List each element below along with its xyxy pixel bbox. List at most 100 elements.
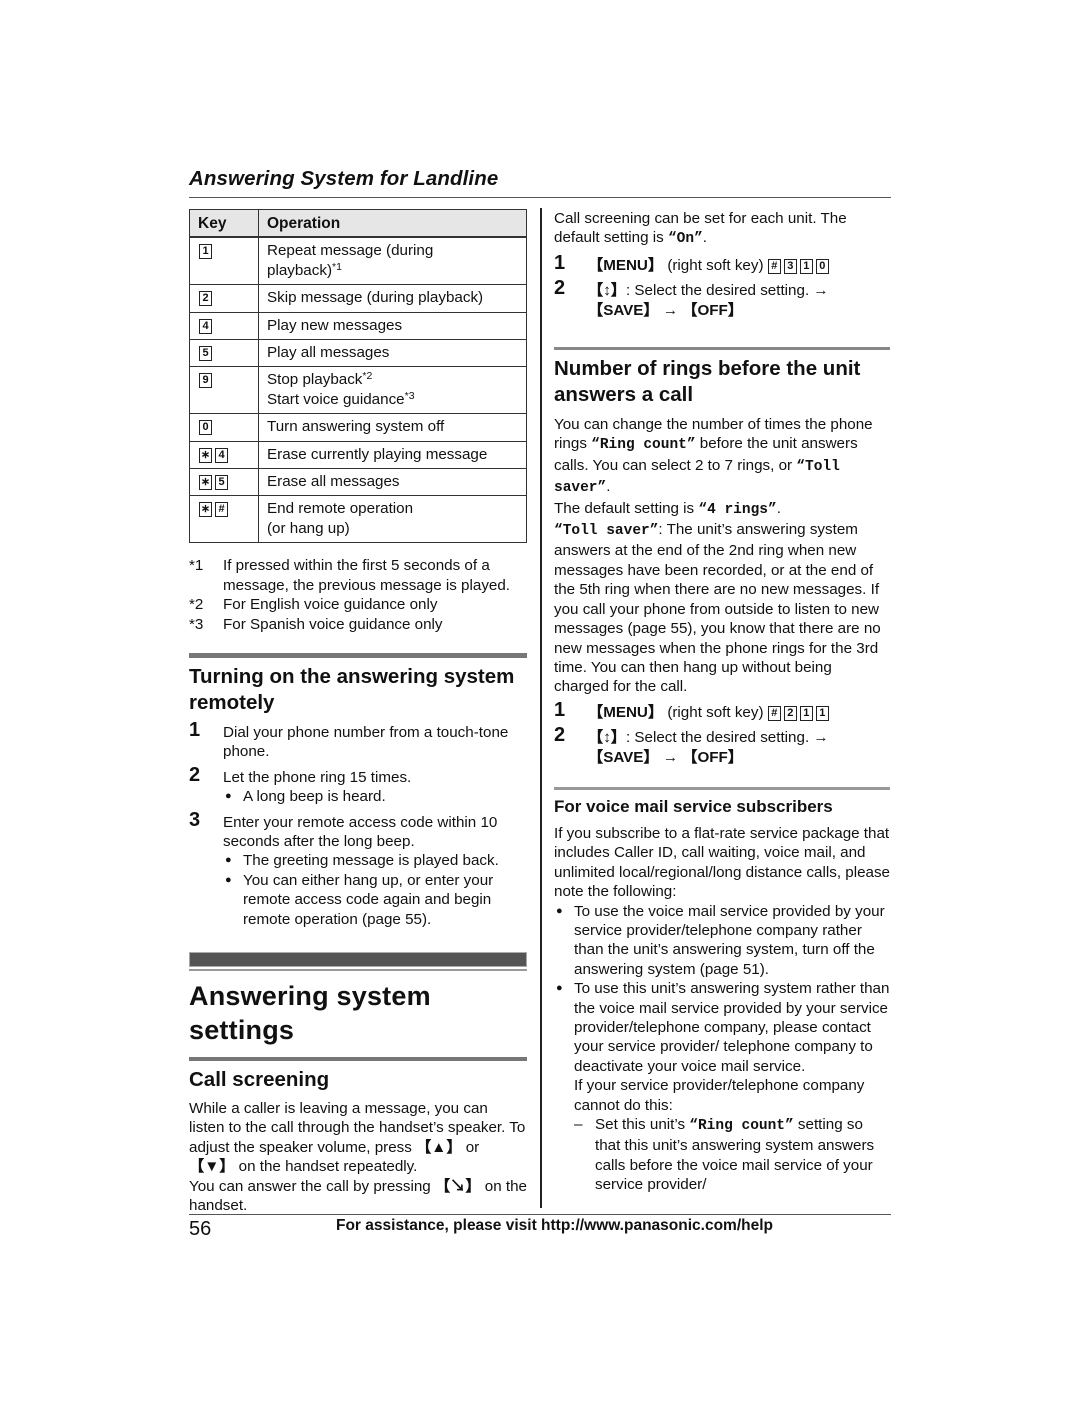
left-column: Key Operation 1 Repeat message (during pla… (189, 209, 527, 1215)
digit-key-icon: 4 (215, 447, 228, 463)
text: or (461, 1138, 480, 1156)
star-key-icon: ∗ (199, 447, 212, 463)
key-cell: 0 (189, 413, 259, 442)
footnote-ref: *3 (404, 389, 415, 402)
digit-key-icon: 5 (215, 475, 228, 491)
voicemail-followup: If your service provider/telephone compa… (554, 1076, 890, 1194)
operation-cell: Turn answering system off (258, 413, 527, 442)
star-key-icon: ∗ (199, 502, 212, 518)
chapter-bar-underline (189, 968, 527, 971)
section-rule (554, 347, 890, 351)
header-rule (189, 197, 891, 198)
footnotes: *1 If pressed within the first 5 seconds … (189, 556, 527, 634)
key-cell: ∗ 5 (189, 468, 259, 497)
save-key-icon: 【SAVE】 (588, 748, 659, 766)
operation-text: Stop playback (267, 371, 363, 389)
key-cell: 5 (189, 339, 259, 368)
remote-key-table: Key Operation 1 Repeat message (during pla… (189, 209, 527, 544)
operation-line: End remote operation (267, 499, 518, 518)
text: . (606, 478, 611, 496)
column-divider (540, 208, 542, 1208)
arrow: → (658, 301, 683, 319)
toll-saver-paragraph: “Toll saver”: The unit’s answering syste… (554, 520, 890, 697)
voicemail-intro: If you subscribe to a flat-rate service … (554, 824, 891, 901)
settings-heading: Answering system settings (189, 980, 431, 1045)
rings-paragraph: You can change the number of times the p… (554, 415, 890, 499)
step-text: (right soft key) (663, 256, 768, 274)
footnote-ref: *1 (332, 260, 342, 273)
step: 1 Dial your phone number from a touch-to… (189, 718, 527, 762)
text: : The unit’s answering system answers at… (554, 521, 881, 696)
dash-mark: – (574, 1116, 583, 1134)
step: 2 【↕】: Select the desired setting. → 【SA… (554, 724, 890, 767)
footnote: *2 For English voice guidance only (189, 595, 527, 614)
key-cell: 2 (189, 284, 259, 313)
step-number: 1 (554, 251, 566, 274)
hash-key-icon: # (215, 502, 228, 518)
footer-rule (189, 1214, 891, 1215)
column-header-operation: Operation (258, 209, 527, 239)
step: 1 【MENU】 (right soft key) #2 1 1 (554, 698, 890, 722)
digit-key-icon: 1 (199, 244, 212, 260)
digit-key-icon: 2 (199, 291, 212, 307)
operation-line: Play new messages (267, 316, 518, 335)
step-number: 1 (189, 718, 201, 741)
call-screening-paragraph: You can answer the call by pressing 【↘】 … (189, 1177, 527, 1216)
operation-text: (or hang up) (267, 519, 350, 537)
operation-text: Play all messages (267, 344, 390, 362)
column-header-key: Key (189, 209, 259, 239)
key-cell: 4 (189, 311, 259, 341)
step-number: 1 (554, 698, 566, 721)
operation-cell: Play new messages (258, 311, 527, 341)
operation-text: playback) (267, 261, 332, 279)
footnote-text: For English voice guidance only (223, 596, 438, 614)
table-row: 1 Repeat message (during playback)*1 (189, 236, 527, 286)
operation-line: (or hang up) (267, 519, 518, 538)
operation-line: playback)*1 (267, 261, 518, 280)
operation-cell: Stop playback*2 Start voice guidance*3 (258, 366, 527, 415)
digit-key-icon: 0 (199, 420, 212, 436)
key-cell: 9 (189, 366, 259, 415)
page-header: Answering System for Landline (189, 166, 891, 198)
text: You can answer the call by pressing (189, 1177, 435, 1195)
text: The default setting is (554, 499, 699, 517)
operation-cell: Repeat message (during playback)*1 (258, 236, 527, 286)
digit-key-icon: 4 (199, 318, 212, 334)
step-text: Enter your remote access code within 10 … (223, 813, 498, 850)
operation-line: Turn answering system off (267, 417, 518, 436)
step-number: 2 (554, 724, 566, 747)
step-text: (right soft key) (663, 703, 768, 721)
digit-key-icon: 5 (199, 346, 212, 362)
setting-name: “Ring count” (591, 437, 696, 454)
right-column: Call screening can be set for each unit.… (554, 209, 890, 1195)
section-rule (189, 1056, 527, 1061)
footnote-mark: *1 (189, 557, 204, 575)
step-text: Let the phone ring 15 times. (223, 768, 412, 786)
hash-key-icon: # (767, 705, 781, 721)
operation-cell: End remote operation (or hang up) (258, 495, 527, 544)
step-number: 2 (189, 763, 201, 786)
step: 2 【↕】: Select the desired setting. → 【SA… (554, 278, 890, 320)
rings-steps: 1 【MENU】 (right soft key) #2 1 1 2 【↕】: Se… (554, 698, 890, 767)
rings-default-paragraph: The default setting is “4 rings”. (554, 499, 890, 520)
rings-heading: Number of rings before the unit answers … (554, 357, 861, 407)
setting-name: “Ring count” (689, 1118, 794, 1135)
key-cell: 1 (189, 236, 259, 286)
digit-key-icon: 1 (815, 705, 829, 721)
table-row: 0 Turn answering system off (189, 413, 527, 442)
operation-line: Stop playback*2 (267, 370, 518, 389)
operation-text: Start voice guidance (267, 390, 405, 408)
digit-key-icon: 1 (799, 705, 813, 721)
section-rule (189, 652, 527, 658)
operation-cell: Skip message (during playback) (258, 284, 527, 313)
footer-help-link[interactable]: For assistance, please visit http://www.… (336, 1216, 773, 1236)
page-number: 56 (189, 1218, 212, 1240)
off-key-icon: 【OFF】 (682, 748, 743, 766)
call-screening-heading: Call screening (189, 1067, 330, 1091)
text: Set this unit’s (595, 1116, 690, 1134)
footnote-mark: *2 (189, 596, 204, 614)
chapter-bar (189, 951, 527, 967)
volume-down-key-icon: 【▼】 (189, 1158, 235, 1176)
operation-cell: Erase currently playing message (258, 440, 527, 470)
bullet-item: To use the voice mail service provided b… (554, 902, 890, 980)
